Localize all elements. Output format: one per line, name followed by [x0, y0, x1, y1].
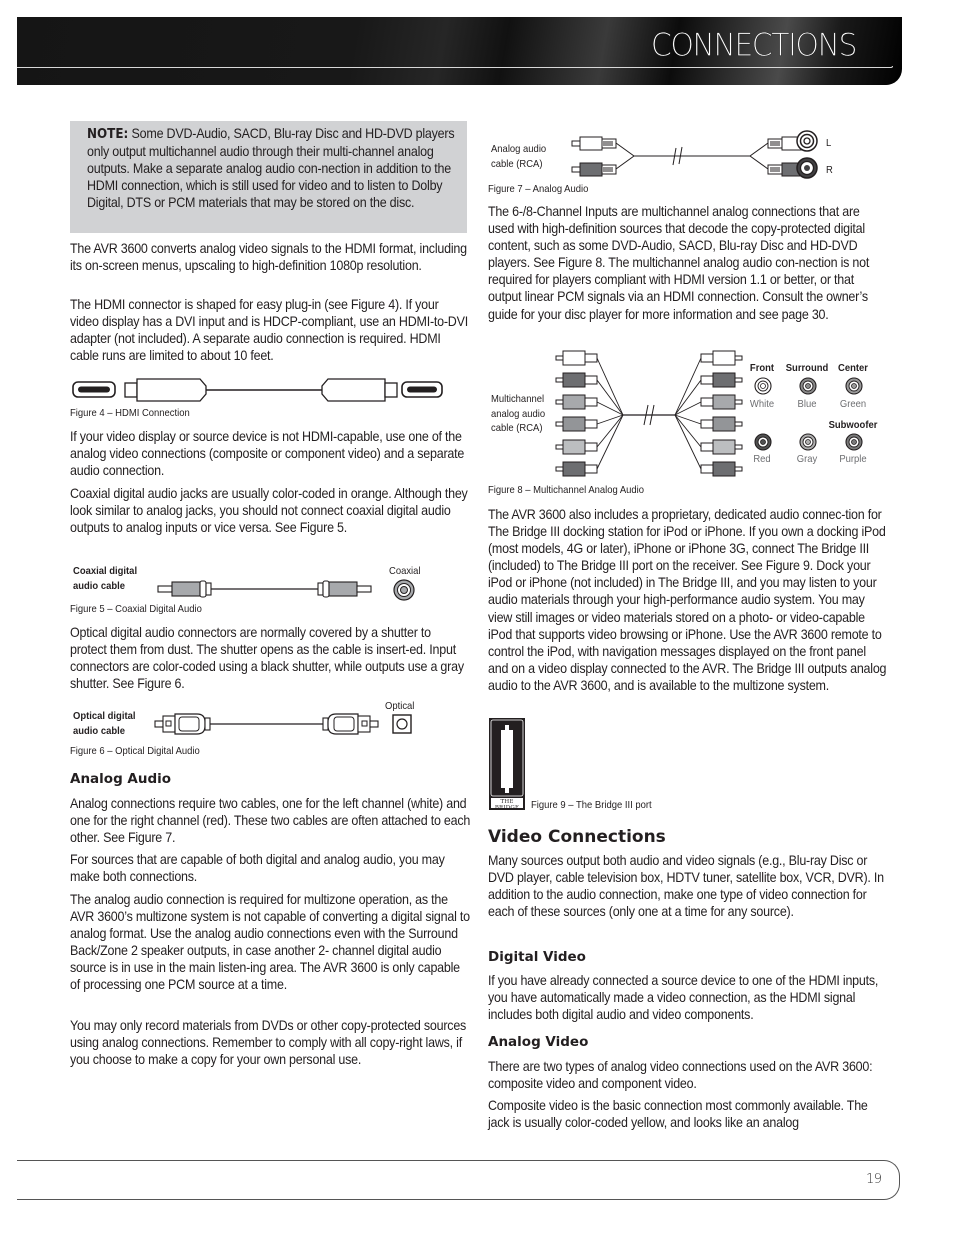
jack-color-label: Purple: [839, 453, 867, 465]
rca-jack-icon: [799, 433, 817, 451]
note-body: Some DVD-Audio, SACD, Blu-ray Disc and H…: [87, 126, 455, 211]
rca-jack-icon: [754, 377, 772, 395]
figure-8-cable-label: Multichannel: [491, 393, 545, 405]
left-channel-label: L: [826, 137, 832, 149]
paragraph: Composite video is the basic connection …: [488, 1098, 868, 1131]
paragraph: For sources that are capable of both dig…: [70, 852, 445, 885]
paragraph: If your video display or source device i…: [70, 429, 465, 479]
jack-color-label: Blue: [797, 398, 817, 410]
paragraph: The HDMI connector is shaped for easy pl…: [70, 297, 468, 364]
optical-jack-icon: [392, 714, 412, 734]
jack-color-label: Red: [753, 453, 771, 465]
figure-8-cable-label: cable (RCA): [491, 422, 543, 434]
hdmi-connector-icon: [401, 381, 443, 398]
analog-audio-heading: Analog Audio: [70, 771, 172, 787]
hdmi-plug-icon: [124, 378, 207, 402]
figure-6-cable-label: Optical digital: [73, 710, 136, 722]
note-box: NOTE: Some DVD-Audio, SACD, Blu-ray Disc…: [70, 121, 467, 233]
rca-jack-icon: [845, 377, 863, 395]
analog-audio-cable-figure: [571, 136, 813, 177]
paragraph: You may only record materials from DVDs …: [70, 1018, 467, 1068]
coaxial-cable-figure: [157, 579, 415, 601]
rca-jacks-figure: [796, 130, 818, 179]
rca-jack-icon: [845, 433, 863, 451]
bridge-port-label: THE BRIDGE: [494, 799, 520, 811]
analog-video-heading: Analog Video: [488, 1034, 589, 1050]
figure-5-cable-label: Coaxial digital: [73, 565, 138, 577]
rca-jack-icon: [799, 377, 817, 395]
bridge-port-icon: [489, 718, 525, 810]
coaxial-jack-icon: [393, 579, 415, 601]
right-channel-label: R: [826, 164, 833, 176]
figure-5-cable-label: audio cable: [73, 580, 125, 592]
page-title: CONNECTIONS: [650, 27, 858, 64]
right-rca-jack-icon: [796, 157, 818, 179]
jack-heading: Center: [838, 362, 868, 374]
paragraph: The 6-/8-Channel Inputs are multichannel…: [488, 204, 870, 322]
rca-plug-icon: [674, 414, 743, 432]
optical-cable-figure: [154, 713, 412, 735]
figure-7-caption: Figure 7 – Analog Audio: [488, 183, 589, 195]
rca-plug-icon: [674, 394, 743, 416]
figure-6-cable-label: audio cable: [73, 725, 125, 737]
rca-plug-icon: [555, 414, 624, 432]
rca-plug-icon: [555, 394, 624, 416]
jack-color-label: Green: [839, 398, 867, 410]
figure-5-caption: Figure 5 – Coaxial Digital Audio: [70, 603, 202, 615]
paragraph: Optical digital audio connectors are nor…: [70, 625, 464, 692]
paragraph: Many sources output both audio and video…: [488, 853, 884, 920]
hdmi-plug-icon: [321, 378, 398, 402]
paragraph: If you have already connected a source d…: [488, 973, 879, 1023]
figure-8-cable-label: analog audio: [491, 408, 546, 420]
figure-7-cable-label: Analog audio: [491, 143, 547, 155]
digital-video-heading: Digital Video: [488, 949, 586, 965]
paragraph: Analog connections require two cables, o…: [70, 796, 471, 846]
paragraph: There are two types of analog video conn…: [488, 1059, 873, 1092]
figure-4-caption: Figure 4 – HDMI Connection: [70, 407, 190, 419]
paragraph: Coaxial digital audio jacks are usually …: [70, 486, 468, 536]
left-rca-jack-icon: [796, 130, 818, 152]
note-text: NOTE: Some DVD-Audio, SACD, Blu-ray Disc…: [87, 125, 473, 211]
coaxial-jack-label: Coaxial: [389, 565, 421, 577]
page-number: 19: [866, 1172, 882, 1187]
video-connections-heading: Video Connections: [488, 827, 666, 847]
paragraph: The AVR 3600 converts analog video signa…: [70, 241, 467, 274]
figure-6-caption: Figure 6 – Optical Digital Audio: [70, 745, 200, 757]
rca-jack-icon: [754, 433, 772, 451]
figure-9-caption: Figure 9 – The Bridge III port: [531, 799, 652, 811]
paragraph: The analog audio connection is required …: [70, 892, 470, 993]
multichannel-cable-figure: [555, 350, 743, 477]
header-rule: [17, 66, 893, 68]
jack-color-label: White: [749, 398, 775, 410]
multichannel-jacks: [754, 377, 863, 451]
note-label: NOTE:: [87, 127, 129, 142]
footer-bar: [17, 1160, 900, 1200]
optical-jack-label: Optical: [385, 700, 415, 712]
figure-8-caption: Figure 8 – Multichannel Analog Audio: [488, 484, 645, 496]
figure-7-cable-label: cable (RCA): [491, 158, 543, 170]
paragraph: The AVR 3600 also includes a proprietary…: [488, 507, 887, 693]
hdmi-connector-icon: [72, 381, 116, 398]
jack-color-label: Gray: [796, 453, 818, 465]
hdmi-cable-figure: [72, 378, 443, 402]
